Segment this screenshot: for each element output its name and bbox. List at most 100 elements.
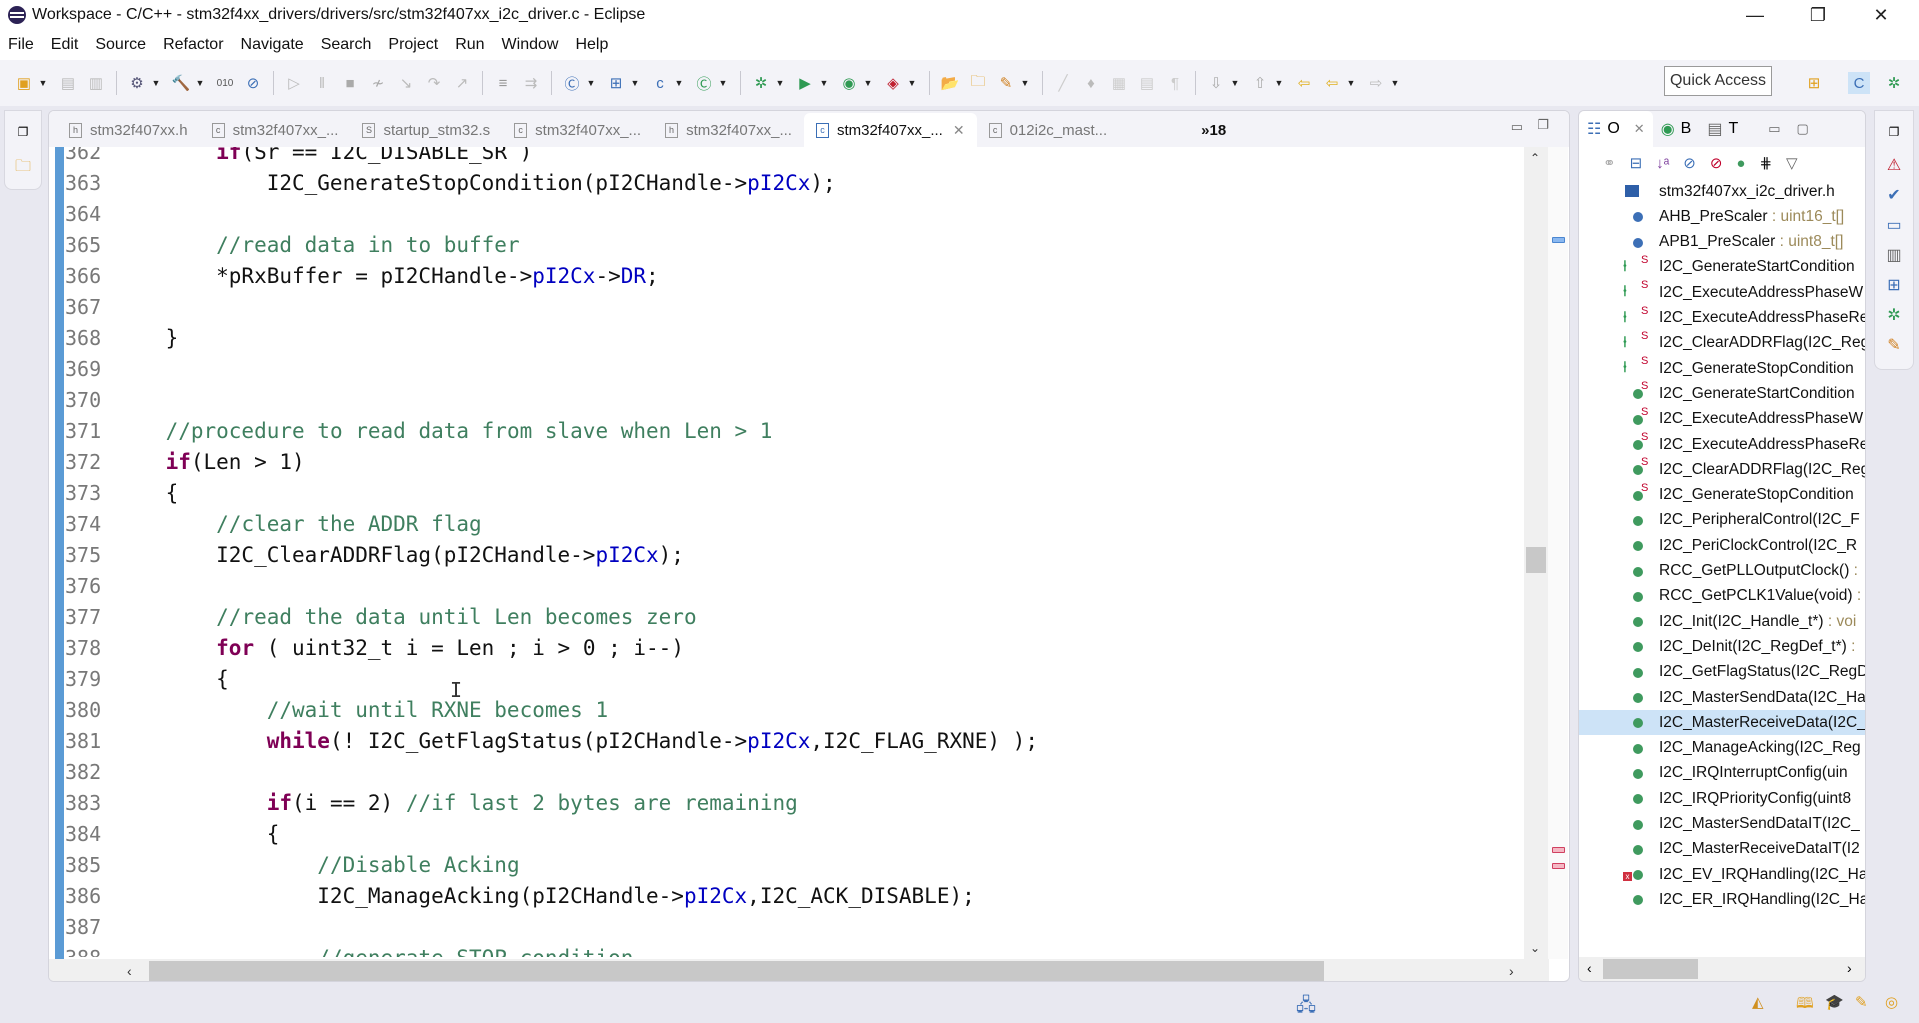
tasks-icon[interactable]: ✔ — [1882, 185, 1906, 209]
code-line[interactable]: 388 //generate STOP condition — [65, 942, 633, 958]
sort-icon[interactable]: ↓ᵃ — [1656, 155, 1669, 172]
menu-project[interactable]: Project — [388, 36, 438, 54]
code-line[interactable]: 373 { — [65, 477, 178, 508]
code-line[interactable]: 385 //Disable Acking — [65, 849, 520, 880]
dropdown-arrow-icon[interactable]: ▼ — [1020, 78, 1030, 88]
close-tab-icon[interactable]: ✕ — [1634, 121, 1645, 137]
scroll-right-icon[interactable]: › — [1509, 963, 1514, 979]
group-includes-icon[interactable]: ⋕ — [1759, 154, 1772, 172]
menu-refactor[interactable]: Refactor — [163, 36, 223, 54]
menu-file[interactable]: File — [8, 36, 34, 54]
code-line[interactable]: 363 I2C_GenerateStopCondition(pI2CHandle… — [65, 167, 836, 198]
menu-window[interactable]: Window — [502, 36, 559, 54]
minimize-view-icon[interactable]: ▭ — [1768, 121, 1780, 137]
binary-icon[interactable]: 010 — [214, 72, 236, 94]
code-line[interactable]: 375 I2C_ClearADDRFlag(pI2CHandle->pI2Cx)… — [65, 539, 684, 570]
skip-breakpoints-icon[interactable]: ⊘ — [242, 72, 264, 94]
outline-item[interactable]: AHB_PreScaler : uint16_t[] — [1579, 204, 1865, 229]
scrollbar-thumb[interactable] — [149, 961, 1324, 981]
previous-annotation-icon[interactable]: ⇧ — [1249, 72, 1271, 94]
code-line[interactable]: 387 — [65, 911, 115, 942]
code-line[interactable]: 372 if(Len > 1) — [65, 446, 305, 477]
next-annotation-icon[interactable]: ⇩ — [1205, 72, 1227, 94]
code-line[interactable]: 382 — [65, 756, 115, 787]
tab-stm32f407xx-h-2[interactable]: h stm32f407xx_... — [653, 113, 804, 147]
outline-hscrollbar[interactable]: ‹ › — [1579, 957, 1865, 981]
code-line[interactable]: 371 //procedure to read data from slave … — [65, 415, 772, 446]
menu-navigate[interactable]: Navigate — [241, 36, 304, 54]
horizontal-scrollbar[interactable]: ‹ › — [49, 959, 1549, 981]
mark-occurrences-icon[interactable]: ♦ — [1080, 72, 1102, 94]
outline-item[interactable]: S I2C_ExecuteAddressPhaseRe — [1579, 431, 1865, 457]
dropdown-arrow-icon[interactable]: ▼ — [38, 78, 48, 88]
code-line[interactable]: 365 //read data in to buffer — [65, 229, 520, 260]
save-icon[interactable]: ▤ — [57, 72, 79, 94]
outline-item[interactable]: RCC_GetPLLOutputClock() : — [1579, 559, 1865, 584]
code-line[interactable]: 378 for ( uint32_t i = Len ; i > 0 ; i--… — [65, 632, 684, 663]
hide-non-public-icon[interactable]: ● — [1736, 155, 1745, 172]
welcome-icon[interactable]: ◎ — [1885, 993, 1898, 1011]
tab-task-list[interactable]: ▤ T — [1699, 111, 1746, 147]
last-edit-icon[interactable]: ⇦ — [1293, 72, 1315, 94]
forward-icon[interactable]: ⇨ — [1365, 72, 1387, 94]
search-icon[interactable]: ✎ — [995, 72, 1017, 94]
code-line[interactable]: 374 //clear the ADDR flag — [65, 508, 482, 539]
tab-stm32f407xx-c-2[interactable]: c stm32f407xx_... — [502, 113, 653, 147]
code-line[interactable]: 384 { — [65, 818, 279, 849]
code-area[interactable]: 362 if(Sr == I2C_DISABLE_SR ) 363 I2C_Gen… — [65, 147, 1525, 957]
tab-stm32f407xx-h[interactable]: h stm32f407xx.h — [49, 113, 200, 147]
book-icon[interactable]: 🕮 — [1796, 993, 1814, 1018]
maximize-view-icon[interactable]: ▢ — [1797, 121, 1809, 137]
run-icon[interactable]: ▶ — [794, 72, 816, 94]
step-into-icon[interactable]: ↘ — [395, 72, 417, 94]
code-line[interactable]: 376 — [65, 570, 115, 601]
outline-item[interactable]: ⍿ S I2C_ExecuteAddressPhaseW — [1579, 279, 1865, 305]
call-hierarchy-icon[interactable]: ⊞ — [1882, 275, 1906, 299]
dropdown-arrow-icon[interactable]: ▼ — [195, 78, 205, 88]
disconnect-icon[interactable]: ≁ — [367, 72, 389, 94]
close-tab-icon[interactable]: ✕ — [953, 122, 965, 139]
tip-icon[interactable]: ◭ — [1752, 993, 1764, 1011]
dropdown-arrow-icon[interactable]: ▼ — [674, 78, 684, 88]
dropdown-arrow-icon[interactable]: ▼ — [775, 78, 785, 88]
outline-item[interactable]: I2C_PeriClockControl(I2C_R — [1579, 533, 1865, 558]
close-button[interactable]: ✕ — [1853, 0, 1909, 30]
scrollbar-thumb[interactable] — [1526, 547, 1546, 573]
dropdown-arrow-icon[interactable]: ▼ — [819, 78, 829, 88]
tab-build-targets[interactable]: ◉ B — [1653, 111, 1700, 147]
menu-search[interactable]: Search — [321, 36, 372, 54]
outline-item[interactable]: I2C_MasterReceiveDataIT(I2 — [1579, 837, 1865, 862]
step-return-icon[interactable]: ↗ — [451, 72, 473, 94]
new-class-icon[interactable]: c — [649, 72, 671, 94]
outline-item[interactable]: ⍿ S I2C_GenerateStartCondition — [1579, 254, 1865, 280]
external-tools-icon[interactable]: ◈ — [882, 72, 904, 94]
terminate-icon[interactable]: ■ — [339, 72, 361, 94]
code-line[interactable]: 377 //read the data until Len becomes ze… — [65, 601, 697, 632]
outline-item[interactable]: I2C_DeInit(I2C_RegDef_t*) : — [1579, 634, 1865, 659]
code-line[interactable]: 366 *pRxBuffer = pI2CHandle->pI2Cx->DR; — [65, 260, 659, 291]
outline-item[interactable]: stm32f407xx_i2c_driver.h — [1579, 179, 1865, 204]
project-explorer-icon[interactable]: 🗀 — [11, 155, 35, 179]
suspend-icon[interactable]: ‖ — [311, 72, 333, 94]
debug-perspective-icon[interactable]: ✲ — [1883, 72, 1905, 94]
vertical-scrollbar[interactable]: ⌃ ⌄ — [1524, 147, 1548, 959]
problems-icon[interactable]: ⚠ — [1882, 155, 1906, 179]
code-line[interactable]: 383 if(i == 2) //if last 2 bytes are rem… — [65, 787, 798, 818]
error-marker[interactable] — [1552, 863, 1565, 869]
code-line[interactable]: 386 I2C_ManageAcking(pI2CHandle->pI2Cx,I… — [65, 880, 975, 911]
step-over-icon[interactable]: ↷ — [423, 72, 445, 94]
outline-item[interactable]: x I2C_EV_IRQHandling(I2C_Ha — [1579, 862, 1865, 887]
tutorial-icon[interactable]: 🎓 — [1825, 993, 1844, 1011]
view-menu-icon[interactable]: ▽ — [1786, 154, 1798, 172]
dropdown-arrow-icon[interactable]: ▼ — [1346, 78, 1356, 88]
outline-item[interactable]: I2C_ER_IRQHandling(I2C_Ha — [1579, 887, 1865, 912]
restore-icon[interactable]: ❐ — [11, 125, 35, 149]
samples-icon[interactable]: ✎ — [1855, 993, 1868, 1011]
dropdown-arrow-icon[interactable]: ▼ — [863, 78, 873, 88]
code-line[interactable]: 370 — [65, 384, 115, 415]
debug-view-icon[interactable]: ✲ — [1882, 305, 1906, 329]
outline-item[interactable]: I2C_IRQInterruptConfig(uin — [1579, 761, 1865, 786]
search-view-icon[interactable]: ✎ — [1882, 335, 1906, 359]
outline-item[interactable]: I2C_Init(I2C_Handle_t*) : voi — [1579, 609, 1865, 634]
outline-item[interactable]: I2C_GetFlagStatus(I2C_RegD — [1579, 660, 1865, 685]
